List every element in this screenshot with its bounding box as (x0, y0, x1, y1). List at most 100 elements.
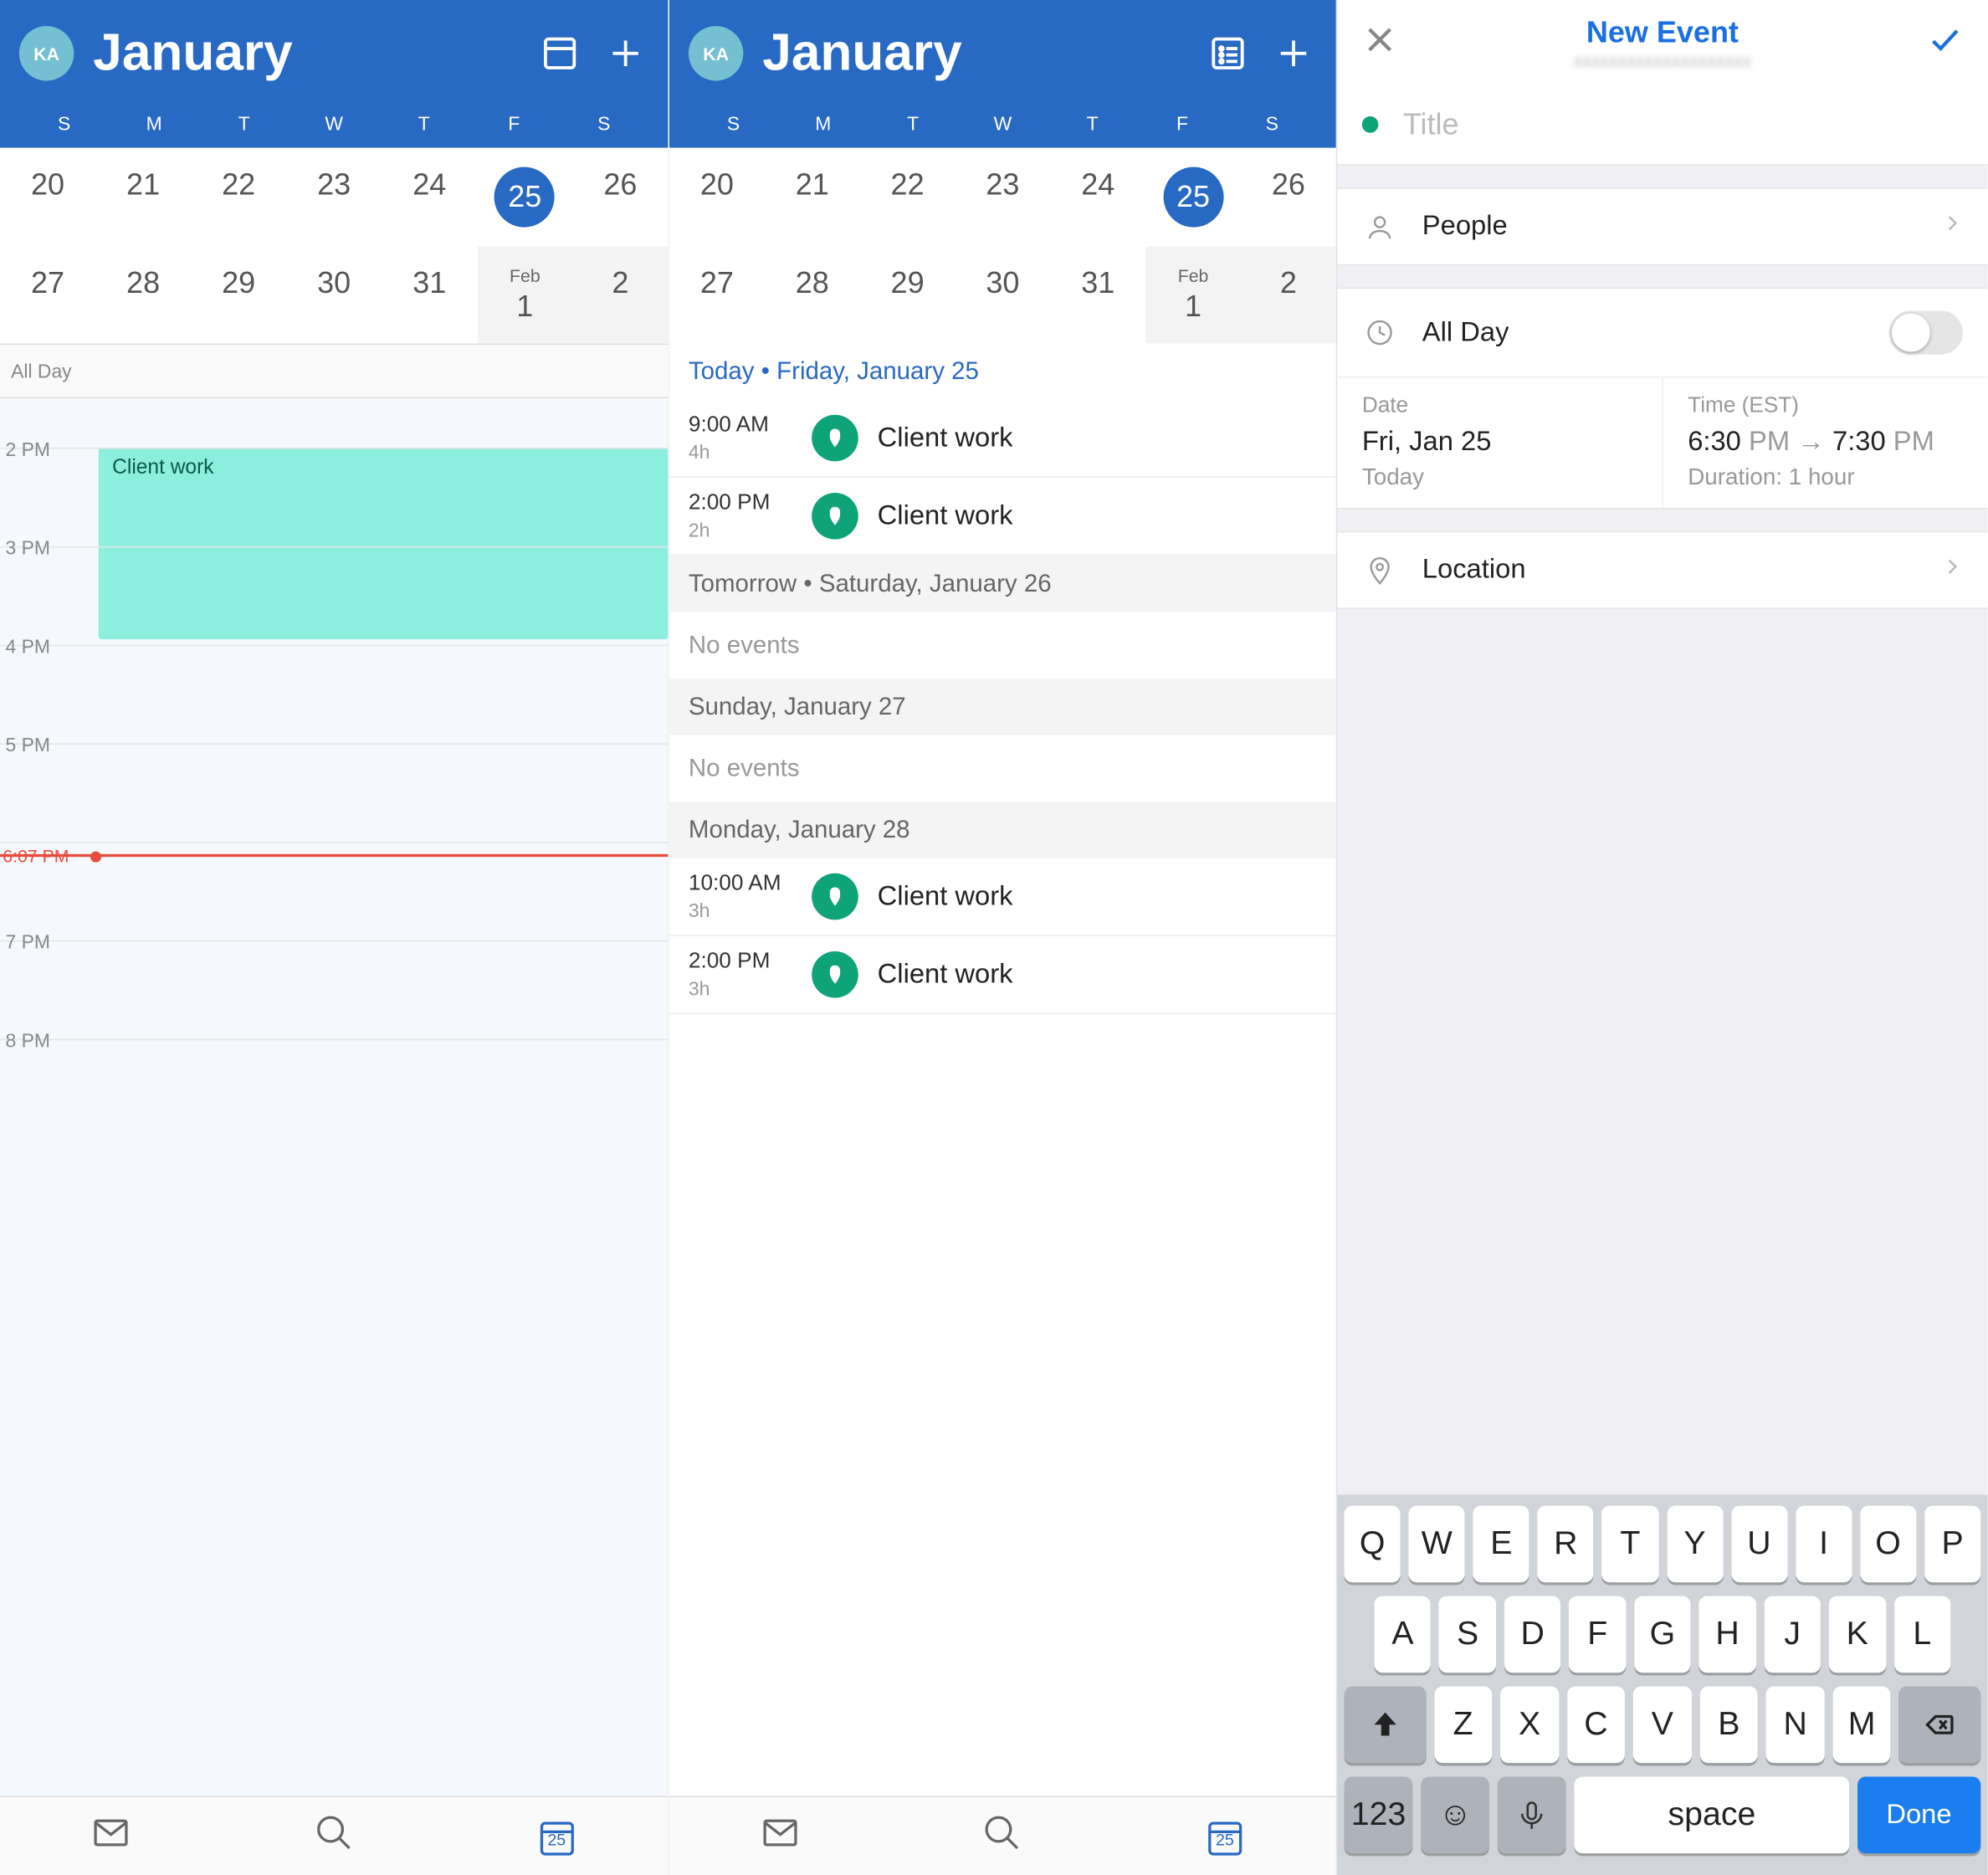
agenda-view-toggle-button[interactable] (1205, 30, 1252, 77)
date-cell[interactable]: 24 (1050, 148, 1145, 247)
date-cell[interactable]: 2 (572, 246, 668, 343)
date-cell[interactable]: 20 (0, 148, 95, 247)
date-cell[interactable]: Feb1 (1145, 246, 1241, 343)
keyboard-emoji-key[interactable]: ☺ (1421, 1777, 1489, 1854)
date-cell[interactable]: 30 (286, 246, 382, 343)
date-cell[interactable]: 21 (765, 148, 860, 247)
people-row[interactable]: People (1337, 189, 1987, 264)
agenda-item[interactable]: 9:00 AM4hClient work (669, 400, 1336, 478)
location-row[interactable]: Location (1337, 532, 1987, 607)
tab-search[interactable] (314, 1812, 355, 1860)
keyboard-key[interactable]: Q (1345, 1506, 1401, 1583)
close-button[interactable] (1362, 21, 1398, 64)
keyboard-key[interactable]: W (1409, 1506, 1465, 1583)
keyboard-key[interactable]: G (1634, 1596, 1691, 1673)
date-cell-selected[interactable]: 25 (1145, 148, 1241, 247)
tab-mail[interactable] (91, 1812, 132, 1860)
date-cell[interactable]: 27 (669, 246, 765, 343)
keyboard-dictation-key[interactable] (1498, 1777, 1566, 1854)
tab-search[interactable] (982, 1812, 1023, 1860)
tab-mail[interactable] (760, 1812, 801, 1860)
keyboard-key[interactable]: U (1731, 1506, 1787, 1583)
people-section: People (1337, 187, 1987, 265)
tab-calendar[interactable]: 25 (536, 1816, 577, 1857)
calendar-header: KA January SMTWTFS (669, 0, 1336, 148)
keyboard-key[interactable]: T (1602, 1506, 1658, 1583)
agenda-item-title: Client work (878, 881, 1013, 913)
month-title[interactable]: January (93, 24, 517, 83)
keyboard-backspace-key[interactable] (1899, 1687, 1980, 1764)
add-event-button[interactable] (602, 30, 649, 77)
keyboard-key[interactable]: X (1500, 1687, 1559, 1764)
date-cell[interactable]: 31 (1050, 246, 1145, 343)
date-cell[interactable]: 22 (860, 148, 956, 247)
keyboard-numbers-key[interactable]: 123 (1345, 1777, 1413, 1854)
time-picker[interactable]: Time (EST) 6:30 PM → 7:30 PM Duration: 1… (1663, 378, 1988, 508)
keyboard-key[interactable]: A (1375, 1596, 1432, 1673)
day-view-toggle-button[interactable] (536, 30, 583, 77)
date-cell[interactable]: 26 (572, 148, 668, 247)
confirm-button[interactable] (1927, 21, 1963, 64)
date-cell[interactable]: 27 (0, 246, 95, 343)
agenda-item[interactable]: 2:00 PM3hClient work (669, 936, 1336, 1014)
date-cell[interactable]: 22 (191, 148, 286, 247)
calendar-color-dot[interactable] (1362, 116, 1379, 133)
keyboard-key[interactable]: J (1764, 1596, 1821, 1673)
date-cell[interactable]: 28 (95, 246, 191, 343)
all-day-row[interactable]: All Day (0, 344, 668, 398)
agenda-list[interactable]: Today • Friday, January 259:00 AM4hClien… (669, 344, 1336, 1796)
date-cell[interactable]: 23 (286, 148, 382, 247)
date-cell[interactable]: 29 (860, 246, 956, 343)
keyboard-key[interactable]: F (1569, 1596, 1626, 1673)
date-cell[interactable]: 29 (191, 246, 286, 343)
tab-bar: 25 (669, 1796, 1336, 1875)
date-cell[interactable]: 28 (765, 246, 860, 343)
agenda-item-title: Client work (878, 959, 1013, 991)
tab-calendar[interactable]: 25 (1204, 1816, 1245, 1857)
date-cell[interactable]: 26 (1241, 148, 1336, 247)
date-cell-selected[interactable]: 25 (477, 148, 572, 247)
keyboard-shift-key[interactable] (1345, 1687, 1426, 1764)
keyboard-key[interactable]: S (1439, 1596, 1496, 1673)
keyboard-key[interactable]: I (1796, 1506, 1852, 1583)
day-schedule-scroll[interactable]: Client work 2 PM3 PM4 PM5 PM7 PM8 PM6:07… (0, 398, 668, 1796)
keyboard-key[interactable]: O (1860, 1506, 1916, 1583)
date-cell[interactable]: Feb1 (477, 246, 572, 343)
keyboard-key[interactable]: V (1633, 1687, 1692, 1764)
list-icon (1209, 34, 1248, 73)
keyboard-key[interactable]: Z (1434, 1687, 1493, 1764)
agenda-item[interactable]: 10:00 AM3hClient work (669, 858, 1336, 936)
event-title-input[interactable] (1403, 107, 1963, 143)
date-cell[interactable]: 30 (955, 246, 1050, 343)
keyboard-key[interactable]: N (1766, 1687, 1825, 1764)
date-picker[interactable]: Date Fri, Jan 25 Today (1337, 378, 1663, 508)
date-cell[interactable]: 23 (955, 148, 1050, 247)
keyboard-key[interactable]: D (1504, 1596, 1561, 1673)
date-cell[interactable]: 2 (1241, 246, 1336, 343)
people-label: People (1422, 211, 1917, 243)
keyboard-key[interactable]: P (1924, 1506, 1980, 1583)
date-cell[interactable]: 20 (669, 148, 765, 247)
month-title[interactable]: January (762, 24, 1186, 83)
keyboard-key[interactable]: L (1893, 1596, 1950, 1673)
keyboard-space-key[interactable]: space (1575, 1777, 1849, 1854)
date-cell[interactable]: 21 (95, 148, 191, 247)
allday-toggle[interactable] (1889, 310, 1963, 354)
keyboard-key[interactable]: K (1829, 1596, 1886, 1673)
keyboard-key[interactable]: H (1699, 1596, 1756, 1673)
keyboard-key[interactable]: M (1832, 1687, 1891, 1764)
keyboard-key[interactable]: Y (1667, 1506, 1723, 1583)
add-event-button[interactable] (1270, 30, 1317, 77)
avatar[interactable]: KA (689, 26, 743, 80)
keyboard-key[interactable]: C (1567, 1687, 1626, 1764)
keyboard-done-key[interactable]: Done (1857, 1777, 1981, 1854)
date-cell[interactable]: 24 (382, 148, 477, 247)
date-cell[interactable]: 31 (382, 246, 477, 343)
agenda-item[interactable]: 2:00 PM2hClient work (669, 478, 1336, 556)
mic-icon (1515, 1799, 1548, 1831)
keyboard-key[interactable]: E (1473, 1506, 1529, 1583)
keyboard-key[interactable]: R (1538, 1506, 1594, 1583)
keyboard-key[interactable]: B (1700, 1687, 1759, 1764)
dow-label: F (1137, 101, 1227, 148)
avatar[interactable]: KA (19, 26, 74, 80)
